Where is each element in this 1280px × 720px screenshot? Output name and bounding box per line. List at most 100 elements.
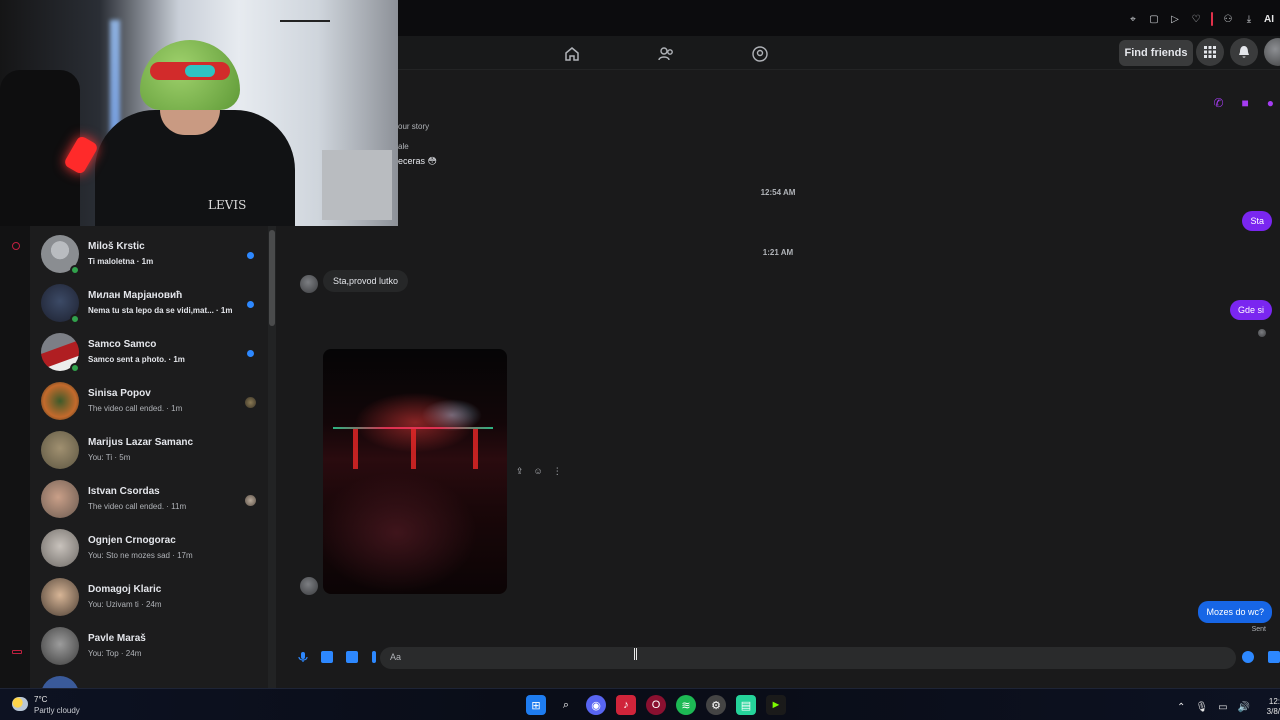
conversation-name: Ognjen Crnogorac xyxy=(88,535,176,546)
story-reply-fragment: ale xyxy=(398,142,409,151)
conversation-item[interactable]: Domagoj Klaric You: Uzivam ti · 24m xyxy=(30,573,266,621)
chat-header-actions: ✆ ■ ● xyxy=(1213,96,1274,110)
microphone-tray-icon[interactable]: 🎙 xyxy=(1195,702,1208,713)
menu-grid-button[interactable] xyxy=(1196,38,1224,66)
conversation-name: Pavle Maraš xyxy=(88,633,146,644)
unread-dot xyxy=(247,350,254,357)
conversation-name: Miloš Krstic xyxy=(88,241,145,252)
shirt-logo: LEVIS xyxy=(208,198,247,212)
start-icon[interactable]: ⊞ xyxy=(526,695,546,715)
system-tray: ⌃ 🎙 ▭ 🔊 12: 3/8/ xyxy=(1177,697,1280,717)
spotify-icon[interactable]: ≋ xyxy=(676,695,696,715)
text-cursor xyxy=(634,648,637,660)
opera-icon[interactable]: O xyxy=(646,695,666,715)
photo-light-beam xyxy=(353,429,358,469)
gif-icon[interactable] xyxy=(372,651,376,663)
clock[interactable]: 12: 3/8/ xyxy=(1260,697,1280,717)
download-icon[interactable]: ⤓ xyxy=(1243,13,1255,25)
avatar xyxy=(41,382,79,420)
info-icon[interactable]: ● xyxy=(1267,96,1274,110)
webcam-overlay: LEVIS xyxy=(0,0,398,226)
conversation-name: Samco Samco xyxy=(88,339,157,350)
shared-photo[interactable] xyxy=(323,349,507,594)
scrollbar[interactable] xyxy=(268,226,276,688)
find-friends-button[interactable]: Find friends xyxy=(1119,40,1193,66)
react-emoji-icon[interactable]: ☺ xyxy=(534,466,543,477)
outgoing-message[interactable]: Gde si xyxy=(1229,300,1272,320)
thumbs-up-icon[interactable] xyxy=(1268,651,1280,663)
discord-icon[interactable]: ◉ xyxy=(586,695,606,715)
sticker-icon[interactable] xyxy=(346,651,358,663)
seen-avatar xyxy=(245,397,256,408)
contact-avatar[interactable] xyxy=(300,577,318,595)
friends-icon[interactable] xyxy=(657,45,675,63)
outgoing-message[interactable]: Sta xyxy=(1242,211,1272,231)
conversation-item[interactable]: Pavle Maraš You: Top · 24m xyxy=(30,622,266,670)
window-icon[interactable]: ▢ xyxy=(1148,13,1160,25)
photo-attach-icon[interactable] xyxy=(321,651,333,663)
avatar xyxy=(41,578,79,616)
grid-icon xyxy=(1204,46,1216,58)
conversation-preview: Nema tu sta lepo da se vidi,mat... · 1m xyxy=(88,306,233,315)
chevron-up-icon[interactable]: ⌃ xyxy=(1177,702,1185,713)
pin-icon[interactable]: ⌖ xyxy=(1127,13,1139,25)
conversation-preview: Samco sent a photo. · 1m xyxy=(88,355,185,364)
photo-light-beam xyxy=(411,429,416,469)
conversation-list: Miloš Krstic Ti maloletna · 1m Милан Мар… xyxy=(30,226,276,714)
share-icon[interactable]: ⇪ xyxy=(516,466,524,477)
video-camera-icon[interactable]: ■ xyxy=(1242,96,1249,110)
notifications-button[interactable] xyxy=(1230,38,1258,66)
conversation-item[interactable]: Marijus Lazar Samanc You: Ti · 5m xyxy=(30,426,266,474)
home-icon[interactable] xyxy=(563,45,581,63)
partly-cloudy-icon xyxy=(12,697,28,711)
conversation-name: Marijus Lazar Samanc xyxy=(88,437,194,448)
heart-icon[interactable]: ♡ xyxy=(1190,13,1202,25)
conversation-item[interactable]: Sinisa Popov The video call ended. · 1m xyxy=(30,377,266,425)
volume-icon[interactable]: 🔊 xyxy=(1238,702,1250,713)
taskbar-apps: ⊞ ⌕ ◉ ♪ O ≋ ⚙ ▤ ► xyxy=(526,695,786,715)
outgoing-message[interactable]: Mozes do wc? xyxy=(1198,601,1272,623)
conversation-preview: You: Uzivam ti · 24m xyxy=(88,600,162,609)
profile-icon[interactable]: ⚇ xyxy=(1222,13,1234,25)
rail-icon[interactable] xyxy=(12,242,20,250)
conversation-item[interactable]: Милан Марјановић Nema tu sta lepo da se … xyxy=(30,279,266,327)
incoming-message[interactable]: Sta,provod lutko xyxy=(323,270,409,292)
conversation-name: Istvan Csordas xyxy=(88,486,160,497)
online-indicator xyxy=(70,314,80,324)
groups-icon[interactable] xyxy=(751,45,769,63)
conversation-preview: The video call ended. · 1m xyxy=(88,404,183,413)
avatar xyxy=(41,627,79,665)
emoji-icon[interactable] xyxy=(1242,651,1254,663)
toolbar-divider xyxy=(1211,12,1213,26)
unread-dot xyxy=(247,252,254,259)
account-avatar[interactable] xyxy=(1264,38,1280,66)
microphone-icon[interactable] xyxy=(297,651,309,663)
online-indicator xyxy=(70,265,80,275)
conversation-item[interactable]: Ognjen Crnogorac You: Sto ne mozes sad ·… xyxy=(30,524,266,572)
contact-avatar[interactable] xyxy=(300,275,318,293)
conversation-item[interactable]: Istvan Csordas The video call ended. · 1… xyxy=(30,475,266,523)
weather-temp: 7°C xyxy=(34,695,48,704)
story-reply-message: eceras 😳 xyxy=(398,156,437,166)
ai-button[interactable]: AI xyxy=(1264,14,1274,25)
facebook-top-nav: Find friends xyxy=(398,36,1280,70)
phone-icon[interactable]: ✆ xyxy=(1213,96,1223,110)
conversation-preview: You: Top · 24m xyxy=(88,649,142,658)
avatar xyxy=(41,431,79,469)
box xyxy=(322,150,392,220)
gaming-chair xyxy=(0,70,80,226)
conversation-item[interactable]: Samco Samco Samco sent a photo. · 1m xyxy=(30,328,266,376)
scrollbar-thumb[interactable] xyxy=(269,230,275,326)
conversation-item[interactable]: Miloš Krstic Ti maloletna · 1m xyxy=(30,230,266,278)
steelseries-icon[interactable]: ⚙ xyxy=(706,695,726,715)
tiktok-icon[interactable]: ♪ xyxy=(616,695,636,715)
message-actions: ⇪ ☺ ⋮ xyxy=(516,466,562,477)
game-launcher-icon[interactable]: ► xyxy=(766,695,786,715)
search-icon[interactable]: ⌕ xyxy=(556,695,576,715)
display-icon[interactable]: ▭ xyxy=(1218,702,1227,713)
rail-icon[interactable] xyxy=(12,650,22,654)
chat-app-icon[interactable]: ▤ xyxy=(736,695,756,715)
message-input[interactable]: Aa xyxy=(380,647,1236,669)
more-options-icon[interactable]: ⋮ xyxy=(553,466,562,477)
play-icon[interactable]: ▷ xyxy=(1169,13,1181,25)
